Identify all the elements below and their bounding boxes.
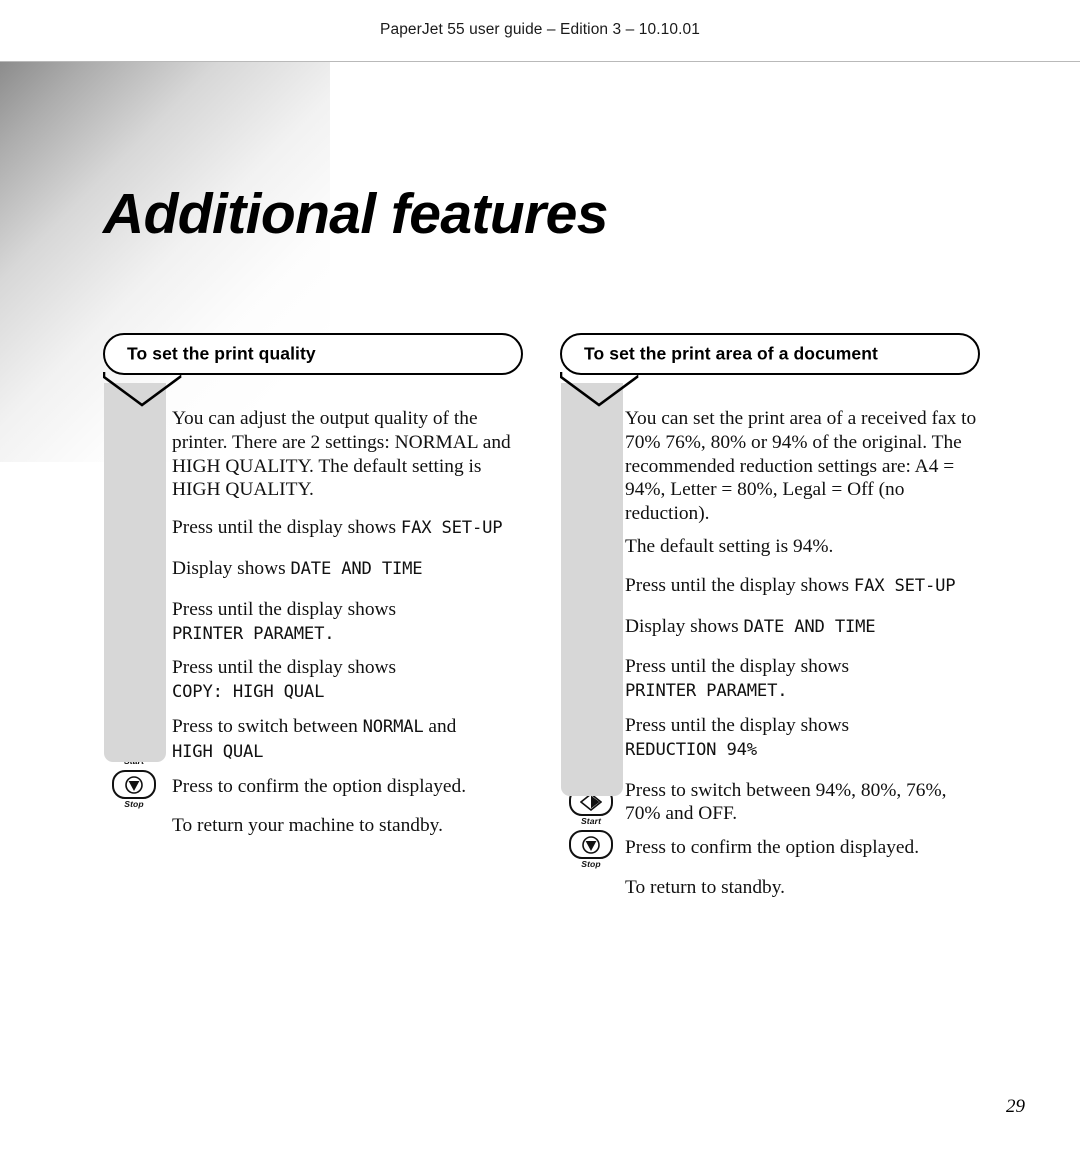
step-text: Display shows [172, 557, 291, 579]
lcd-text: FAX SET-UP [853, 575, 956, 596]
body-copy-right: You can set the print area of a received… [625, 407, 980, 900]
button-caption: Start [580, 816, 602, 826]
intro-paragraph: You can adjust the output quality of the… [172, 408, 511, 501]
step-line: Press to confirm the option displayed. [172, 775, 467, 797]
body-copy-left: You can adjust the output quality of the… [172, 407, 527, 838]
stop-icon [569, 830, 613, 859]
running-header: PaperJet 55 user guide – Edition 3 – 10.… [380, 21, 700, 38]
step-text: Press until the display shows [625, 656, 850, 678]
step-text: and [423, 715, 457, 737]
step-text: Press until the display shows [625, 574, 854, 596]
callout-tail-icon [103, 372, 182, 407]
step-line: Press to switch between NORMAL and HIGH … [172, 715, 527, 765]
step-line: To return your machine to standby. [172, 815, 443, 837]
step-line: Press until the display shows COPY: HIGH… [172, 656, 527, 705]
callout-heading-label: To set the print area of a document [584, 343, 878, 364]
button-caption: Stop [124, 799, 144, 809]
step-text: Press until the display shows [625, 714, 850, 736]
step-line: Press until the display shows FAX SET-UP [172, 516, 527, 541]
control-panel-strip-right [561, 383, 623, 796]
section-print-quality: To set the print quality Function F Star… [103, 333, 523, 836]
section-print-area: To set the print area of a document Func… [560, 333, 980, 898]
lcd-text: REDUCTION 94% [625, 739, 757, 760]
step-line: Press until the display shows FAX SET-UP [625, 574, 980, 599]
step-line: To return to standby. [625, 876, 786, 898]
callout-heading-label: To set the print quality [127, 343, 316, 364]
lcd-text: DATE AND TIME [743, 616, 876, 637]
step-line: Press until the display shows PRINTER PA… [172, 598, 527, 647]
step-line: Display shows DATE AND TIME [172, 557, 527, 582]
lcd-text: DATE AND TIME [290, 558, 423, 579]
intro-paragraph: The default setting is 94%. [625, 535, 834, 557]
step-text: Press until the display shows [172, 657, 397, 679]
button-stop-1[interactable]: Stop [103, 770, 165, 809]
step-text: Press until the display shows [172, 517, 401, 539]
lcd-text: PRINTER PARAMET. [625, 681, 788, 702]
callout-heading-print-quality: To set the print quality [103, 333, 523, 375]
button-stop-1[interactable]: Stop [560, 830, 622, 869]
callout-heading-print-area: To set the print area of a document [560, 333, 980, 375]
page-title: Additional features [103, 182, 608, 247]
step-line: Press until the display shows PRINTER PA… [625, 655, 980, 704]
step-line: Press until the display shows REDUCTION … [625, 714, 980, 763]
lcd-text: NORMAL [362, 716, 424, 737]
lcd-text: PRINTER PARAMET. [172, 623, 335, 644]
step-line: Press to confirm the option displayed. [625, 837, 920, 859]
step-line: Display shows DATE AND TIME [625, 615, 980, 640]
lcd-text: COPY: HIGH QUAL [172, 682, 325, 703]
step-text: Press to switch between [172, 715, 363, 737]
callout-tail-icon [560, 372, 639, 407]
lcd-text: HIGH QUAL [172, 741, 264, 762]
header-rule [0, 61, 1080, 62]
step-line: Press to switch between 94%, 80%, 76%, 7… [625, 779, 947, 825]
stop-icon [112, 770, 156, 799]
intro-paragraph: You can set the print area of a received… [625, 408, 977, 525]
step-text: Press until the display shows [172, 598, 397, 620]
page-number: 29 [1006, 1096, 1025, 1117]
lcd-text: FAX SET-UP [400, 518, 503, 539]
step-text: Display shows [625, 615, 744, 637]
control-panel-strip-left [104, 383, 166, 762]
button-caption: Stop [581, 859, 601, 869]
